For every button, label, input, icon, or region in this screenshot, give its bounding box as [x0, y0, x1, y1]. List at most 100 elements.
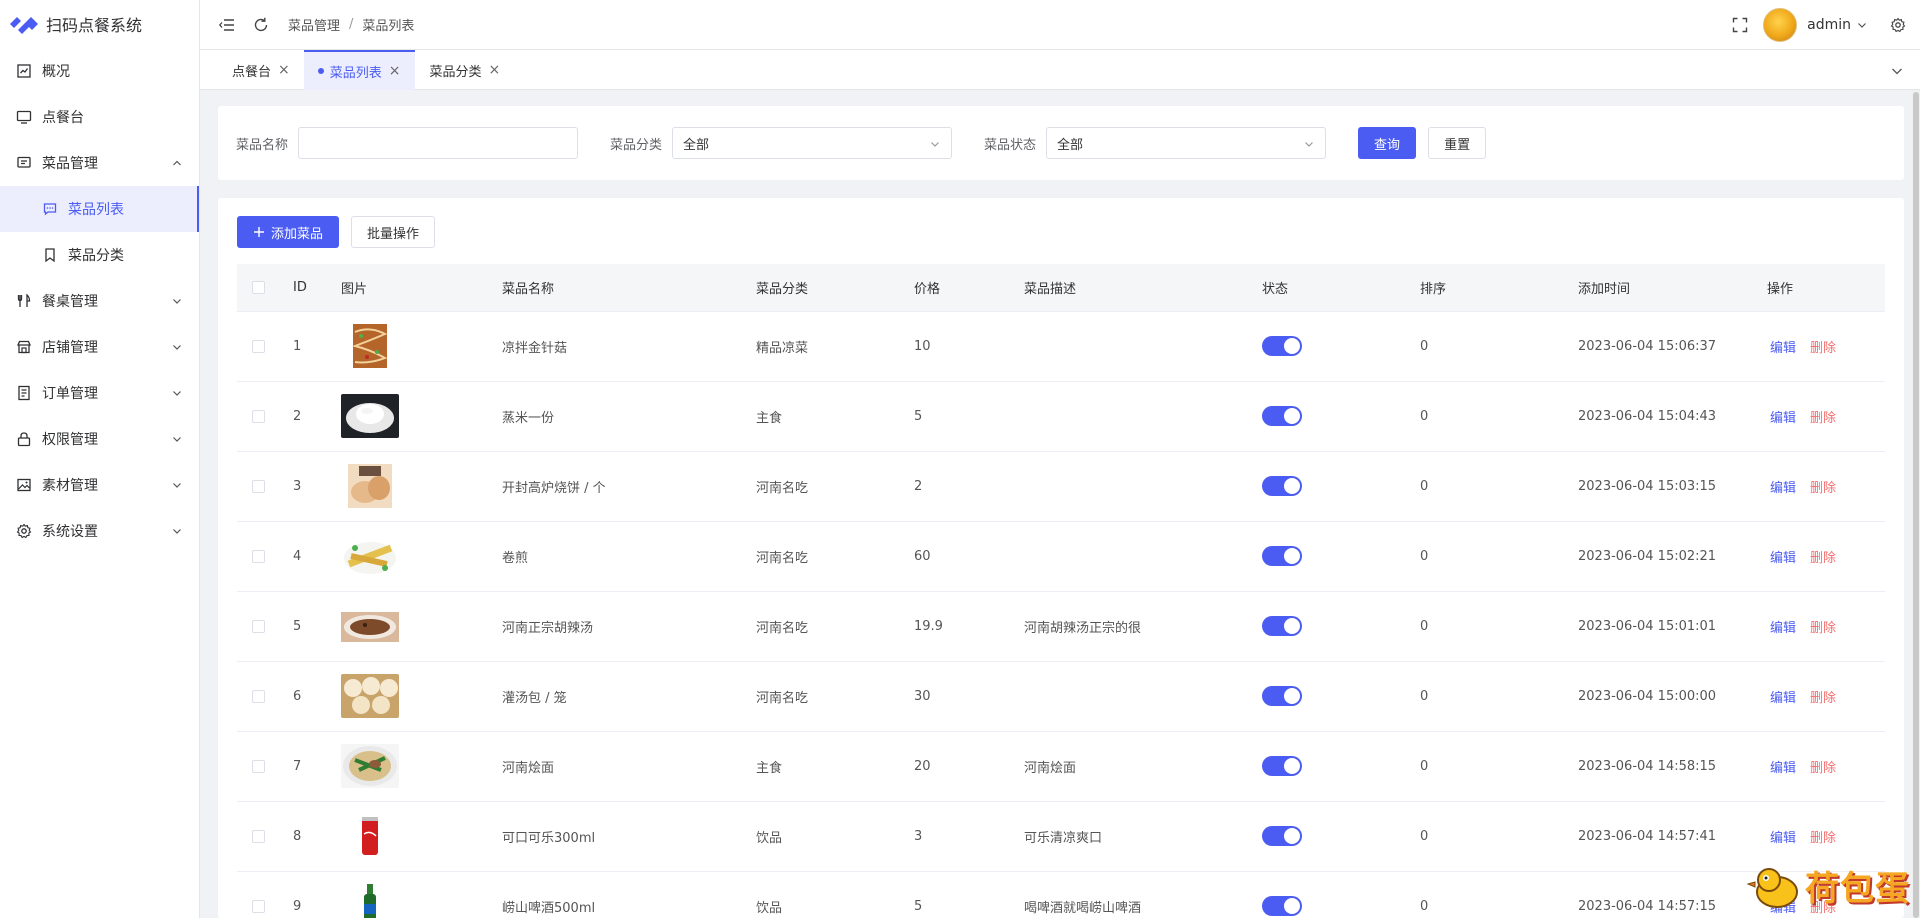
- table-row: 4 卷煎 河南名吃 60 0 2023-06-04 15:02:21 编辑 删除: [237, 521, 1885, 592]
- status-toggle[interactable]: [1262, 896, 1302, 916]
- delete-link[interactable]: 删除: [1810, 761, 1836, 776]
- cell-id: 7: [293, 731, 341, 802]
- edit-link[interactable]: 编辑: [1770, 341, 1796, 356]
- sidebar-item-label: 素材管理: [42, 478, 98, 494]
- status-toggle[interactable]: [1262, 826, 1302, 846]
- settings-gear-icon[interactable]: [1890, 17, 1906, 33]
- sidebar-item-system-settings[interactable]: 系统设置: [0, 508, 199, 554]
- status-toggle[interactable]: [1262, 476, 1302, 496]
- cell-created-time: 2023-06-04 14:58:15: [1578, 731, 1767, 802]
- dish-thumbnail-drink-cola-can: [341, 814, 399, 858]
- table-row: 5 河南正宗胡辣汤 河南名吃 19.9 河南胡辣汤正宗的很 0 2023-06-04 15:…: [237, 591, 1885, 662]
- row-checkbox[interactable]: [252, 829, 265, 843]
- delete-link[interactable]: 删除: [1810, 481, 1836, 496]
- table-row: 7 河南烩面 主食 20 河南烩面 0 2023-06-04 14:58:15 编辑 删除: [237, 731, 1885, 802]
- row-checkbox[interactable]: [252, 479, 265, 493]
- batch-operation-button[interactable]: 批量操作: [351, 216, 436, 248]
- status-toggle[interactable]: [1262, 336, 1302, 356]
- delete-link[interactable]: 删除: [1810, 341, 1836, 356]
- plus-icon: [254, 227, 264, 237]
- sidebar-item-label: 菜品列表: [68, 202, 124, 218]
- dish-status-select[interactable]: 全部: [1046, 127, 1327, 159]
- cell-name: 凉拌金针菇: [502, 311, 756, 382]
- sidebar-item-overview[interactable]: 概况: [0, 48, 199, 94]
- status-toggle[interactable]: [1262, 546, 1302, 566]
- sidebar-item-label: 餐桌管理: [42, 294, 98, 310]
- status-toggle[interactable]: [1262, 406, 1302, 426]
- cell-id: 1: [293, 311, 341, 382]
- close-icon[interactable]: ×: [489, 62, 501, 78]
- tab-dish-category[interactable]: 菜品分类 ×: [415, 50, 515, 90]
- cell-sort: 0: [1420, 871, 1578, 918]
- app-logo[interactable]: 扫码点餐系统: [0, 0, 199, 48]
- tab-dish-list[interactable]: 菜品列表 ×: [303, 50, 415, 90]
- filter-panel: 菜品名称 菜品分类 全部 菜品状态 全部 查询 重置: [218, 106, 1904, 180]
- select-all-checkbox[interactable]: [252, 280, 265, 294]
- toggle-knob: [1284, 898, 1300, 914]
- delete-link[interactable]: 删除: [1810, 831, 1836, 846]
- row-checkbox[interactable]: [252, 759, 265, 773]
- add-dish-label: 添加菜品: [271, 226, 324, 242]
- edit-link[interactable]: 编辑: [1770, 831, 1796, 846]
- dish-thumbnail-dish-enoki-salad: [341, 324, 399, 368]
- row-checkbox[interactable]: [252, 549, 265, 563]
- edit-link[interactable]: 编辑: [1770, 621, 1796, 636]
- sidebar-item-dish-category[interactable]: 菜品分类: [0, 232, 199, 278]
- query-button[interactable]: 查询: [1358, 127, 1417, 159]
- row-checkbox[interactable]: [252, 339, 265, 353]
- sidebar-item-dish-management[interactable]: 菜品管理: [0, 140, 199, 186]
- toggle-knob: [1284, 338, 1300, 354]
- refresh-icon[interactable]: [252, 16, 270, 34]
- status-toggle[interactable]: [1262, 756, 1302, 776]
- delete-link[interactable]: 删除: [1810, 551, 1836, 566]
- row-checkbox[interactable]: [252, 689, 265, 703]
- sidebar-item-ordering-desk[interactable]: 点餐台: [0, 94, 199, 140]
- edit-link[interactable]: 编辑: [1770, 411, 1796, 426]
- sidebar-item-media-management[interactable]: 素材管理: [0, 462, 199, 508]
- close-icon[interactable]: ×: [278, 62, 290, 78]
- sidebar-item-dish-list[interactable]: 菜品列表: [0, 186, 199, 232]
- status-toggle[interactable]: [1262, 686, 1302, 706]
- cell-price: 20: [914, 731, 1024, 802]
- cell-price: 30: [914, 661, 1024, 732]
- sidebar-item-permission-management[interactable]: 权限管理: [0, 416, 199, 462]
- row-checkbox[interactable]: [252, 899, 265, 913]
- table-row: 3 开封高炉烧饼 / 个河南名吃 2 0 2023-06-04 15:03:15 编辑 删除: [237, 451, 1885, 522]
- cell-category: 河南名吃: [756, 661, 914, 732]
- dish-category-select[interactable]: 全部: [672, 127, 953, 159]
- dish-thumbnail-drink-beer-bottle: [341, 884, 399, 918]
- sidebar-item-table-management[interactable]: 餐桌管理: [0, 278, 199, 324]
- fullscreen-icon[interactable]: [1731, 16, 1749, 34]
- delete-link[interactable]: 删除: [1810, 411, 1836, 426]
- row-checkbox[interactable]: [252, 619, 265, 633]
- row-checkbox[interactable]: [252, 409, 265, 423]
- user-menu[interactable]: admin: [1807, 17, 1868, 33]
- cell-name: 卷煎: [502, 521, 756, 592]
- edit-link[interactable]: 编辑: [1770, 691, 1796, 706]
- delete-link[interactable]: 删除: [1810, 691, 1836, 706]
- edit-link[interactable]: 编辑: [1770, 551, 1796, 566]
- sidebar-item-store-management[interactable]: 店铺管理: [0, 324, 199, 370]
- dish-name-input[interactable]: [298, 127, 579, 159]
- bookmark-icon: [45, 248, 55, 263]
- collapse-menu-icon[interactable]: [218, 16, 236, 34]
- reset-button[interactable]: 重置: [1428, 127, 1487, 159]
- delete-link[interactable]: 删除: [1810, 621, 1836, 636]
- chevron-down-icon[interactable]: [1890, 64, 1904, 78]
- close-icon[interactable]: ×: [389, 63, 401, 79]
- page-scrollbar-thumb[interactable]: [1913, 92, 1919, 918]
- add-dish-button[interactable]: 添加菜品: [237, 216, 340, 248]
- toggle-knob: [1284, 688, 1300, 704]
- cell-price: 5: [914, 871, 1024, 918]
- cell-created-time: 2023-06-04 15:01:01: [1578, 591, 1767, 662]
- cell-price: 10: [914, 311, 1024, 382]
- select-value: 全部: [683, 137, 710, 153]
- tab-ordering-desk[interactable]: 点餐台 ×: [200, 50, 304, 90]
- edit-link[interactable]: 编辑: [1770, 481, 1796, 496]
- sidebar-item-order-management[interactable]: 订单管理: [0, 370, 199, 416]
- avatar[interactable]: [1763, 8, 1798, 42]
- tab-label: 菜品列表: [329, 65, 382, 81]
- status-toggle[interactable]: [1262, 616, 1302, 636]
- breadcrumb-item-dish-management[interactable]: 菜品管理: [288, 15, 340, 34]
- edit-link[interactable]: 编辑: [1770, 761, 1796, 776]
